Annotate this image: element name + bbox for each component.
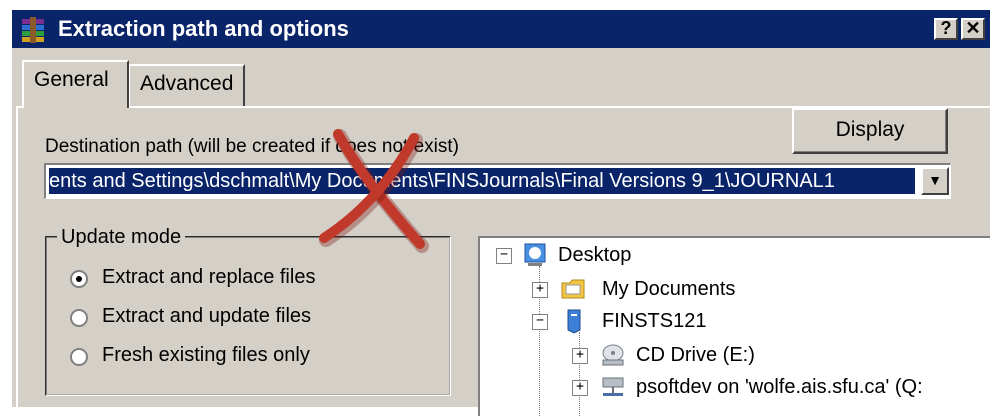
winrar-icon <box>22 17 44 43</box>
close-button[interactable]: ✕ <box>961 18 985 40</box>
radio-fresh-existing[interactable]: Fresh existing files only <box>70 344 370 374</box>
desktop-icon <box>524 243 546 266</box>
tree-label: Desktop <box>558 244 632 266</box>
update-mode-legend: Update mode <box>57 226 186 249</box>
tree-label: FINSTS121 <box>602 310 707 332</box>
title-bar[interactable]: Extraction path and options ? ✕ <box>12 10 990 48</box>
radio-button[interactable] <box>70 309 88 327</box>
tree-item-desktop[interactable]: − Desktop <box>496 242 796 272</box>
window-title: Extraction path and options <box>58 16 349 41</box>
expand-icon[interactable]: + <box>572 380 588 396</box>
help-button[interactable]: ? <box>934 18 958 40</box>
expand-icon[interactable]: + <box>572 348 588 364</box>
tree-item-finsts121[interactable]: − FINSTS121 <box>532 308 832 338</box>
radio-label: Extract and replace files <box>102 266 316 288</box>
folder-tree[interactable]: − Desktop + My Documents − FINSTS121 + C… <box>478 236 990 416</box>
network-drive-icon <box>602 377 624 396</box>
tree-label: CD Drive (E:) <box>636 344 755 366</box>
tree-item-psoftdev[interactable]: + psoftdev on 'wolfe.ais.sfu.ca' (Q: <box>572 374 990 404</box>
collapse-icon[interactable]: − <box>532 314 548 330</box>
expand-icon[interactable]: + <box>532 282 548 298</box>
radio-button[interactable] <box>70 348 88 366</box>
chevron-down-icon[interactable]: ▼ <box>921 167 949 195</box>
radio-button-checked[interactable] <box>70 270 88 288</box>
radio-extract-update[interactable]: Extract and update files <box>70 305 370 335</box>
cd-drive-icon <box>602 344 624 366</box>
tree-item-my-documents[interactable]: + My Documents <box>532 276 832 306</box>
destination-path-combobox[interactable]: ents and Settings\dschmalt\My Documents\… <box>44 163 951 199</box>
radio-label: Fresh existing files only <box>102 344 310 366</box>
tree-label: psoftdev on 'wolfe.ais.sfu.ca' (Q: <box>636 376 923 398</box>
destination-path-input[interactable]: ents and Settings\dschmalt\My Documents\… <box>49 168 915 194</box>
computer-icon <box>567 309 581 334</box>
tab-advanced[interactable]: Advanced <box>128 64 245 106</box>
tab-general[interactable]: General <box>22 60 129 108</box>
tree-label: My Documents <box>602 278 736 300</box>
radio-label: Extract and update files <box>102 305 312 327</box>
radio-extract-replace[interactable]: Extract and replace files <box>70 266 370 296</box>
folder-icon <box>561 279 585 299</box>
collapse-icon[interactable]: − <box>496 248 512 264</box>
tree-item-cd-drive[interactable]: + CD Drive (E:) <box>572 342 902 372</box>
display-button[interactable]: Display <box>792 108 948 154</box>
